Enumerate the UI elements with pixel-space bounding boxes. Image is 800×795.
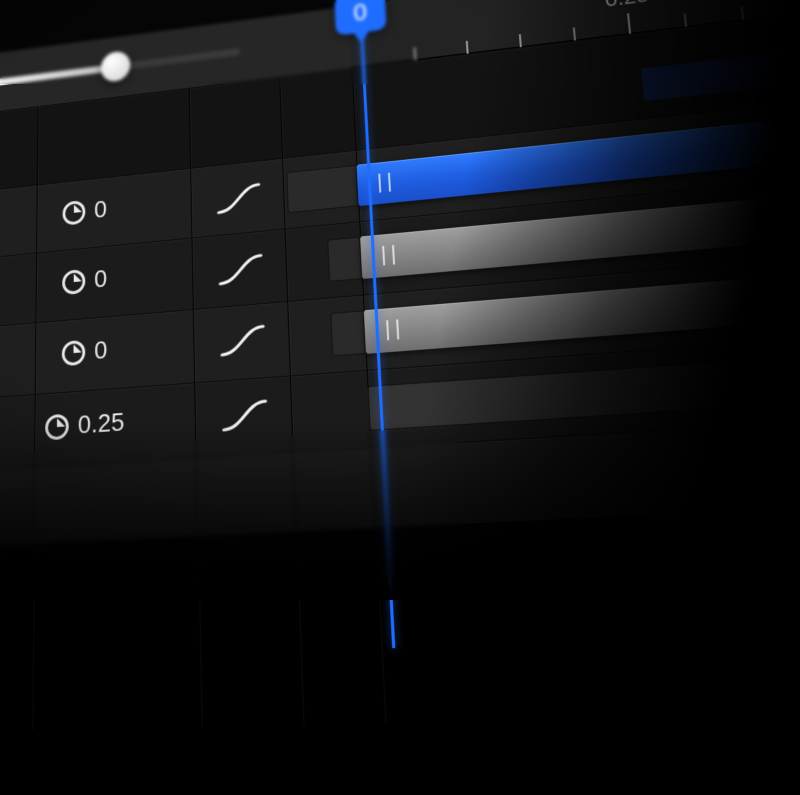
track-delay-field[interactable]: 0 [63, 195, 107, 228]
track-delay-value: 0 [94, 264, 107, 294]
clip-lead-handle[interactable] [286, 165, 358, 213]
track-delay-field[interactable]: 0 [62, 335, 108, 368]
stopwatch-icon [45, 413, 69, 440]
stopwatch-icon [62, 339, 85, 365]
clip-lead-handle[interactable] [330, 310, 366, 356]
track-delay-value: 0 [94, 195, 107, 224]
playhead-position-label: 0 [353, 0, 368, 26]
ruler-tick-label: 0.25 [604, 0, 650, 12]
stopwatch-icon [62, 269, 85, 295]
stopwatch-icon [63, 200, 86, 226]
track-delay-value: 0 [94, 335, 107, 366]
clip-lead-handle[interactable] [327, 237, 362, 282]
easing-curve-icon[interactable] [219, 322, 266, 359]
track-delay-field[interactable]: 0.25 [45, 407, 124, 442]
track-delay-value: 0.25 [78, 407, 125, 440]
track-delay-field[interactable]: 0 [62, 264, 107, 297]
easing-curve-icon[interactable] [216, 181, 261, 217]
easing-curve-icon[interactable] [218, 251, 264, 287]
easing-curve-icon[interactable] [221, 397, 268, 434]
